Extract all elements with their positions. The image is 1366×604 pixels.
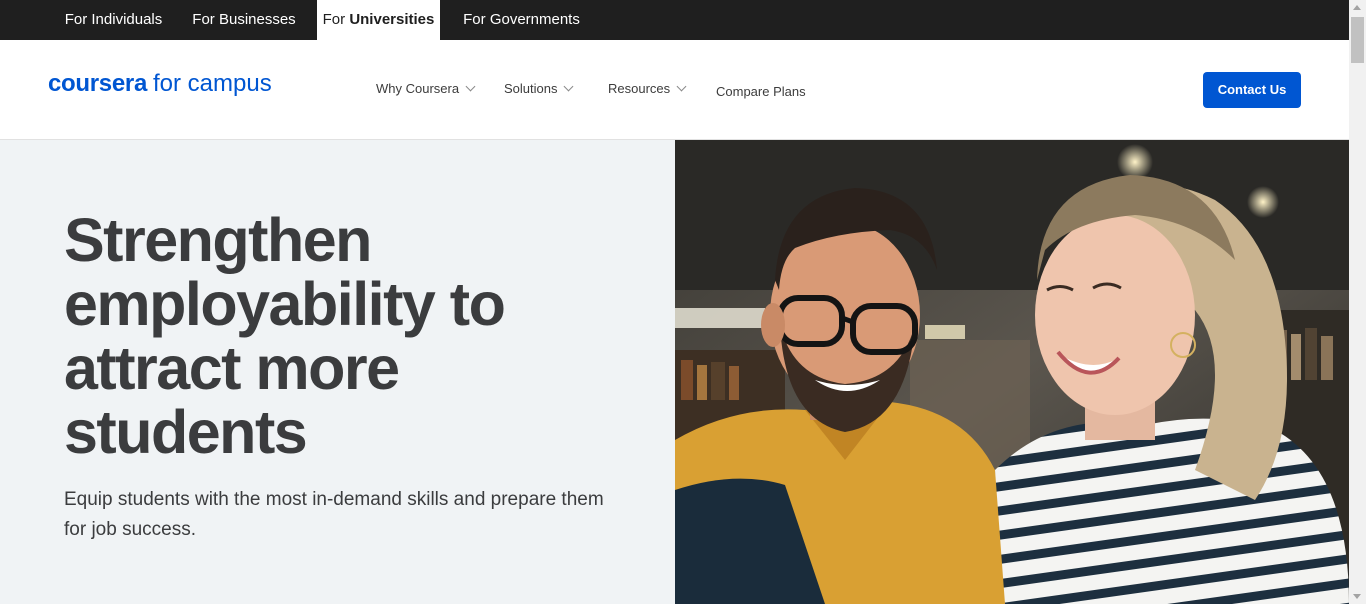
chevron-down-icon [465, 81, 476, 92]
nav-why-label: Why Coursera [376, 81, 460, 96]
tab-label: Universities [349, 11, 435, 28]
contact-us-button[interactable]: Contact Us [1203, 72, 1301, 108]
hero-description: Equip students with the most in-demand s… [64, 489, 604, 540]
tab-universities[interactable]: For Universities [317, 0, 440, 40]
scrollbar-thumb[interactable] [1351, 17, 1364, 63]
tab-prefix: For [192, 11, 215, 28]
logo-brand: coursera [48, 70, 147, 97]
scroll-down-arrow-icon[interactable] [1353, 594, 1361, 599]
hero-photo [675, 140, 1349, 604]
hero-title: Strengthen employability to attract more… [64, 206, 506, 466]
tab-prefix: For [463, 11, 486, 28]
tab-label: Individuals [91, 11, 163, 28]
nav-resources[interactable]: Resources [608, 81, 687, 96]
tab-individuals[interactable]: For Individuals [48, 0, 179, 40]
tab-governments[interactable]: For Governments [448, 0, 595, 40]
coursera-for-campus-logo[interactable]: coursera for campus [48, 70, 272, 104]
chevron-down-icon [676, 81, 687, 92]
nav-solutions-label: Solutions [504, 81, 558, 96]
logo-sub: for campus [153, 70, 272, 97]
nav-compare-label: Compare Plans [716, 84, 806, 99]
scroll-up-arrow-icon[interactable] [1353, 5, 1361, 10]
tab-label: Governments [489, 11, 580, 28]
nav-solutions[interactable]: Solutions [504, 81, 574, 96]
site-header: coursera for campus Why Coursera Solution… [0, 40, 1349, 140]
hero-text-panel: Strengthen employability to attract more… [0, 140, 675, 604]
nav-compare-plans[interactable]: Compare Plans [716, 84, 806, 99]
chevron-down-icon [564, 81, 574, 92]
students-photo-illustration [675, 140, 1349, 604]
page-scrollbar[interactable] [1349, 0, 1366, 604]
tab-prefix: For [322, 11, 346, 28]
tab-prefix: For [64, 11, 88, 28]
nav-resources-label: Resources [608, 81, 671, 96]
tab-label: Businesses [218, 11, 296, 28]
tab-businesses[interactable]: For Businesses [179, 0, 309, 40]
nav-why-coursera[interactable]: Why Coursera [376, 81, 476, 96]
audience-nav: For Individuals For Businesses For Unive… [0, 0, 1349, 40]
